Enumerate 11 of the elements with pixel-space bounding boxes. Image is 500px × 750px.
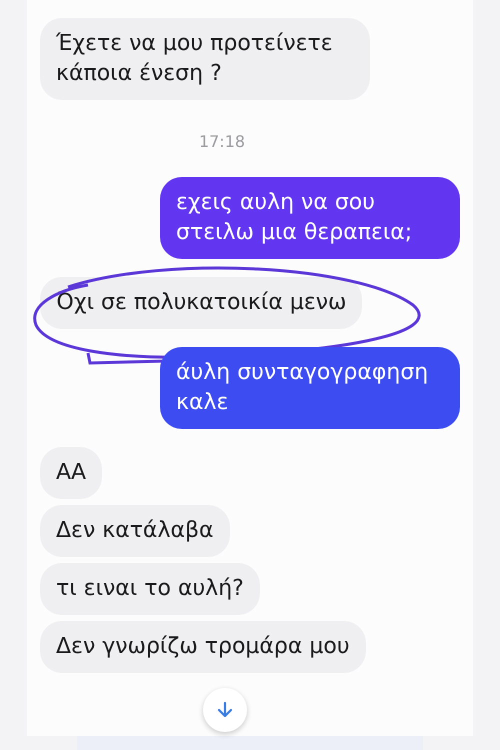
timestamp: 17:18 [198,132,246,151]
message-bubble: ΑΑ [40,447,102,499]
message-bubble: άυλη συνταγογραφηση καλε [160,347,460,429]
message-bubble: Δεν γνωρίζω τρομάρα μου [40,621,366,673]
message-bubble: Δεν κατάλαβα [40,505,230,557]
scroll-down-button[interactable] [203,688,247,732]
message-bubble: Έχετε να μου προτείνετε κάποια ένεση ? [40,18,370,100]
message-bubble: εχεις αυλη να σου στειλω μια θεραπεια; [160,177,460,259]
message-bubble: τι ειναι το αυλή? [40,563,260,615]
arrow-down-icon [216,701,234,719]
message-bubble: Όχι σε πολυκατοικία μενω [40,277,362,329]
